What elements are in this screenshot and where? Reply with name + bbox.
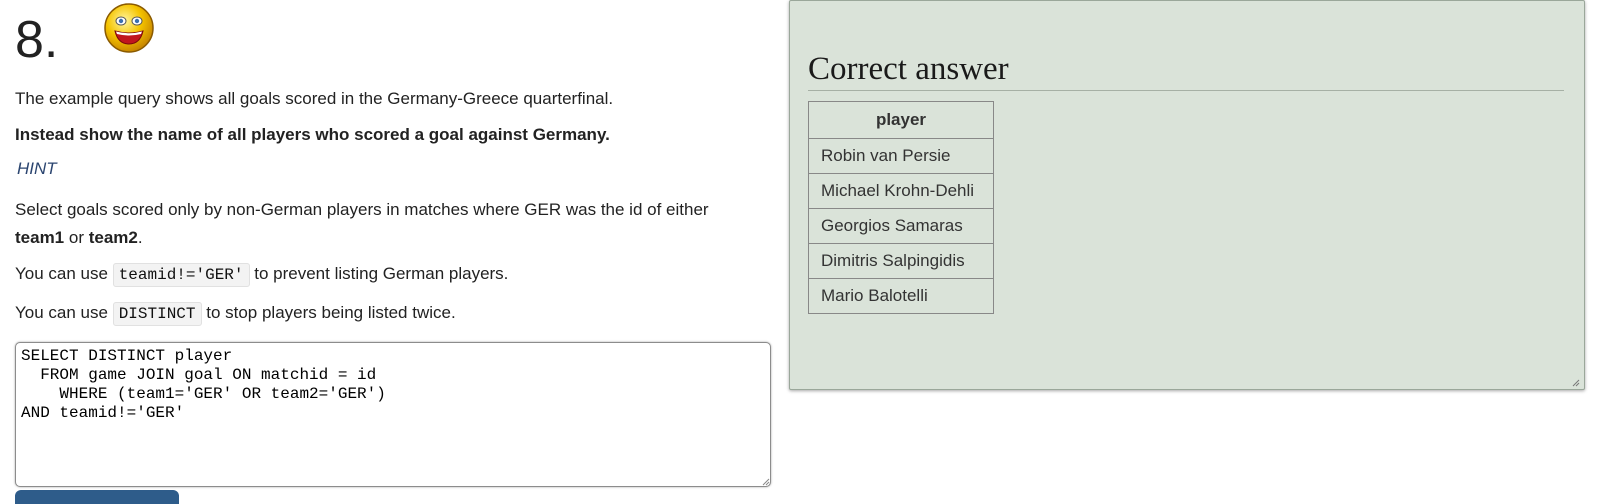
table-row: Dimitris Salpingidis [808, 243, 994, 279]
hint-team1: team1 [15, 228, 65, 247]
table-row: Robin van Persie [808, 138, 994, 174]
column-header-player: player [808, 101, 994, 139]
table-row: Michael Krohn-Dehli [808, 173, 994, 209]
tip1-post: to prevent listing German players. [249, 264, 509, 283]
tip-distinct: You can use DISTINCT to stop players bei… [15, 299, 456, 328]
answer-table: player Robin van Persie Michael Krohn-De… [808, 101, 994, 314]
hint-toggle[interactable]: HINT [17, 159, 57, 179]
tip2-code: DISTINCT [112, 302, 202, 326]
hint-text-body: Select goals scored only by non-German p… [15, 200, 709, 219]
table-cell-player: Georgios Samaras [808, 208, 994, 244]
table-row: Mario Balotelli [808, 278, 994, 314]
question-header: 8. [15, 0, 775, 84]
hint-or: or [64, 228, 89, 247]
question-number: 8. [15, 11, 59, 69]
smiley-face-icon [104, 3, 154, 53]
question-panel: 8. The example query shows all goals sco… [15, 0, 775, 504]
hint-text: Select goals scored only by non-German p… [15, 196, 745, 252]
question-intro: The example query shows all goals scored… [15, 89, 614, 108]
table-row: Georgios Samaras [808, 208, 994, 244]
sql-editor[interactable]: SELECT DISTINCT player FROM game JOIN go… [15, 342, 771, 487]
tip2-post: to stop players being listed twice. [201, 303, 456, 322]
tip-teamid: You can use teamid!='GER' to prevent lis… [15, 260, 508, 289]
table-cell-player: Mario Balotelli [808, 278, 994, 314]
table-cell-player: Michael Krohn-Dehli [808, 173, 994, 209]
tip2-pre: You can use [15, 303, 113, 322]
table-cell-player: Robin van Persie [808, 138, 994, 174]
panel-resize-handle-icon[interactable] [1572, 379, 1580, 387]
table-cell-player: Dimitris Salpingidis [808, 243, 994, 279]
table-header-row: player [808, 101, 994, 139]
hint-team2: team2 [88, 228, 138, 247]
editor-resize-handle-icon[interactable] [762, 478, 770, 486]
run-query-button[interactable] [15, 490, 179, 504]
tip1-pre: You can use [15, 264, 113, 283]
tip1-code: teamid!='GER' [112, 263, 250, 287]
answer-panel: Correct answer player Robin van Persie M… [789, 0, 1585, 390]
question-task: Instead show the name of all players who… [15, 125, 610, 144]
hint-period: . [137, 228, 143, 247]
answer-title: Correct answer [808, 51, 1564, 91]
